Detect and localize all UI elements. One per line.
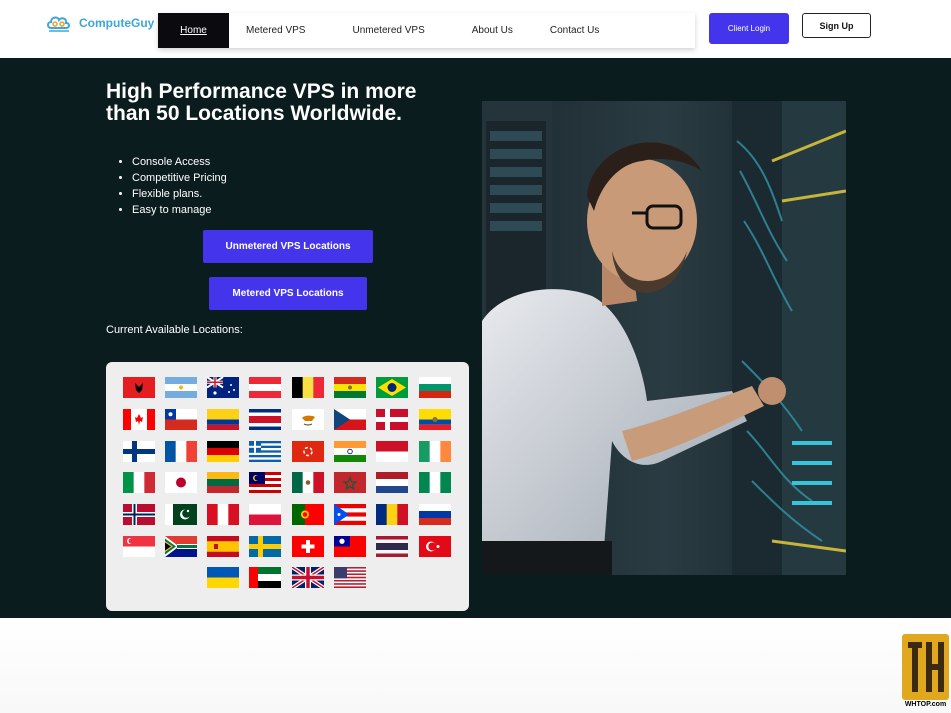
flag-singapore-icon <box>123 536 155 557</box>
flag-germany-icon <box>207 441 239 462</box>
flag-puerto-rico-icon <box>334 504 366 525</box>
flag-peru-icon <box>207 504 239 525</box>
watermark-text: WHTOP.com <box>904 701 947 708</box>
flag-czechia-icon <box>334 409 366 430</box>
flag-hong-kong-icon <box>292 441 324 462</box>
flag-albania-icon <box>123 377 155 398</box>
whtop-watermark: WHTOP.com <box>900 632 951 712</box>
flag-belgium-icon <box>292 377 324 398</box>
feature-list: Console Access Competitive Pricing Flexi… <box>132 154 227 218</box>
flag-united-states-icon <box>334 567 366 588</box>
flag-ukraine-icon <box>207 567 239 588</box>
flag-italy-icon <box>123 472 155 493</box>
flag-chile-icon <box>165 409 197 430</box>
flag-ecuador-icon <box>419 409 451 430</box>
whtop-logo-icon <box>902 634 949 700</box>
flag-uae-icon <box>249 567 281 588</box>
flag-russia-icon <box>419 504 451 525</box>
feature-item: Competitive Pricing <box>132 170 227 186</box>
flag-cyprus-icon <box>292 409 324 430</box>
flag-norway-icon <box>123 504 155 525</box>
flag-argentina-icon <box>165 377 197 398</box>
flag-romania-icon <box>376 504 408 525</box>
flag-taiwan-icon <box>334 536 366 557</box>
flag-south-africa-icon <box>165 536 197 557</box>
nav-home[interactable]: Home <box>158 13 229 48</box>
flag-lithuania-icon <box>207 472 239 493</box>
flag-netherlands-icon <box>376 472 408 493</box>
nav-unmetered-vps[interactable]: Unmetered VPS <box>352 13 424 48</box>
nav-about-us[interactable]: About Us <box>472 13 513 48</box>
client-login-button[interactable]: Client Login <box>709 13 789 44</box>
flag-japan-icon <box>165 472 197 493</box>
nav-metered-vps[interactable]: Metered VPS <box>246 13 305 48</box>
flag-united-kingdom-icon <box>292 567 324 588</box>
main-nav: Home Metered VPS Unmetered VPS About Us … <box>158 13 695 48</box>
flag-bulgaria-icon <box>419 377 451 398</box>
flag-brazil-icon <box>376 377 408 398</box>
flag-bolivia-icon <box>334 377 366 398</box>
flag-thailand-icon <box>376 536 408 557</box>
hero-photo <box>482 101 846 575</box>
cloud-logo-icon <box>45 12 73 34</box>
flag-poland-icon <box>249 504 281 525</box>
flag-ireland-icon <box>419 441 451 462</box>
nav-contact-us[interactable]: Contact Us <box>550 13 599 48</box>
site-header: ComputeGuy Home Metered VPS Unmetered VP… <box>0 0 951 58</box>
unmetered-locations-button[interactable]: Unmetered VPS Locations <box>203 230 373 263</box>
locations-label: Current Available Locations: <box>106 324 243 336</box>
feature-item: Flexible plans. <box>132 186 227 202</box>
flags-panel <box>106 362 469 611</box>
flag-nigeria-icon <box>419 472 451 493</box>
flag-spain-icon <box>207 536 239 557</box>
metered-locations-button[interactable]: Metered VPS Locations <box>209 277 367 310</box>
brand-name: ComputeGuy <box>79 16 155 30</box>
flag-canada-icon <box>123 409 155 430</box>
technician-server-photo <box>482 101 846 575</box>
flag-costa-rica-icon <box>249 409 281 430</box>
flag-finland-icon <box>123 441 155 462</box>
hero-title: High Performance VPS in more than 50 Loc… <box>106 80 417 125</box>
below-fold-section <box>0 618 951 713</box>
flag-indonesia-icon <box>376 441 408 462</box>
flag-malaysia-icon <box>249 472 281 493</box>
flag-pakistan-icon <box>165 504 197 525</box>
feature-item: Console Access <box>132 154 227 170</box>
hero-section: High Performance VPS in more than 50 Loc… <box>0 58 951 618</box>
flag-switzerland-icon <box>292 536 324 557</box>
flag-denmark-icon <box>376 409 408 430</box>
flag-morocco-icon <box>334 472 366 493</box>
flag-portugal-icon <box>292 504 324 525</box>
flag-turkey-icon <box>419 536 451 557</box>
flag-mexico-icon <box>292 472 324 493</box>
flag-sweden-icon <box>249 536 281 557</box>
flag-france-icon <box>165 441 197 462</box>
flag-austria-icon <box>249 377 281 398</box>
feature-item: Easy to manage <box>132 202 227 218</box>
flag-india-icon <box>334 441 366 462</box>
flag-australia-icon <box>207 377 239 398</box>
flag-colombia-icon <box>207 409 239 430</box>
flag-greece-icon <box>249 441 281 462</box>
sign-up-button[interactable]: Sign Up <box>802 13 871 38</box>
logo[interactable]: ComputeGuy <box>45 12 154 34</box>
